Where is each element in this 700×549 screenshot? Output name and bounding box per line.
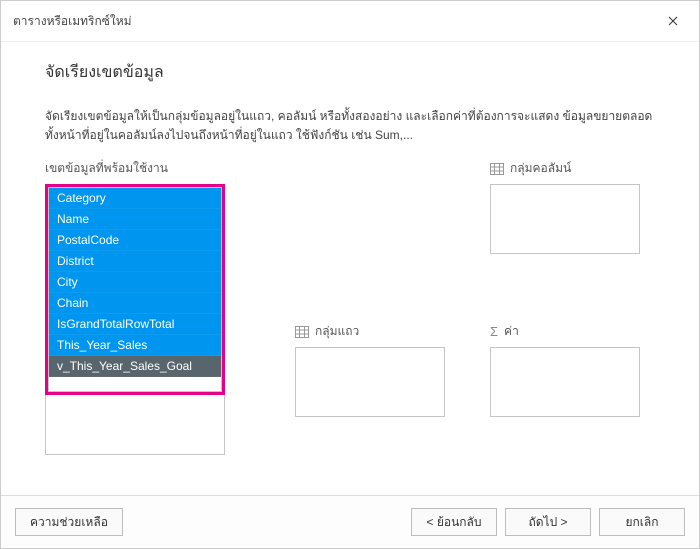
values-label: Σ ค่า (490, 322, 655, 341)
drop-zones: กลุ่มคอลัมน์ กลุ่มแถว Σ (295, 159, 655, 455)
page-heading: จัดเรียงเขตข้อมูล (45, 60, 655, 85)
window-title: ตารางหรือเมทริกซ์ใหม่ (13, 12, 132, 31)
column-groups-zone: กลุ่มคอลัมน์ (490, 159, 655, 292)
table-icon (490, 163, 504, 175)
row-groups-label: กลุ่มแถว (295, 322, 460, 341)
column-groups-text: กลุ่มคอลัมน์ (510, 159, 571, 178)
list-item[interactable]: Name (49, 209, 221, 230)
list-item[interactable]: IsGrandTotalRowTotal (49, 314, 221, 335)
titlebar: ตารางหรือเมทริกซ์ใหม่ (1, 1, 699, 42)
list-item[interactable]: v_This_Year_Sales_Goal (49, 356, 221, 377)
field-arrangement-layout: เขตข้อมูลที่พร้อมใช้งาน Category Name Po… (45, 159, 655, 455)
close-button[interactable] (655, 9, 691, 33)
list-item[interactable]: District (49, 251, 221, 272)
values-dropzone[interactable] (490, 347, 640, 417)
column-groups-dropzone[interactable] (490, 184, 640, 254)
dialog-footer: ความช่วยเหลือ < ย้อนกลับ ถัดไป > ยกเลิก (1, 495, 699, 548)
row-groups-zone: กลุ่มแถว (295, 322, 460, 455)
close-icon (668, 13, 678, 29)
table-icon (295, 326, 309, 338)
available-fields-list[interactable]: Category Name PostalCode District City C… (48, 187, 222, 392)
list-item[interactable]: PostalCode (49, 230, 221, 251)
values-text: ค่า (504, 322, 519, 341)
page-description: จัดเรียงเขตข้อมูลให้เป็นกลุ่มข้อมูลอยู่ใ… (45, 107, 655, 145)
next-button[interactable]: ถัดไป > (505, 508, 591, 536)
values-zone: Σ ค่า (490, 322, 655, 455)
help-button[interactable]: ความช่วยเหลือ (15, 508, 123, 536)
list-item[interactable]: Category (49, 188, 221, 209)
wizard-dialog: ตารางหรือเมทริกซ์ใหม่ จัดเรียงเขตข้อมูล … (0, 0, 700, 549)
available-fields-label: เขตข้อมูลที่พร้อมใช้งาน (45, 159, 225, 178)
column-groups-label: กลุ่มคอลัมน์ (490, 159, 655, 178)
sigma-icon: Σ (490, 324, 498, 339)
content-area: จัดเรียงเขตข้อมูล จัดเรียงเขตข้อมูลให้เป… (1, 42, 699, 495)
list-item[interactable]: City (49, 272, 221, 293)
cancel-button[interactable]: ยกเลิก (599, 508, 685, 536)
back-button[interactable]: < ย้อนกลับ (411, 508, 497, 536)
row-groups-text: กลุ่มแถว (315, 322, 359, 341)
available-fields-overflow[interactable] (45, 395, 225, 455)
list-item[interactable]: This_Year_Sales (49, 335, 221, 356)
available-fields-highlight: Category Name PostalCode District City C… (45, 184, 225, 395)
list-item[interactable]: Chain (49, 293, 221, 314)
available-fields-column: เขตข้อมูลที่พร้อมใช้งาน Category Name Po… (45, 159, 225, 455)
row-groups-dropzone[interactable] (295, 347, 445, 417)
